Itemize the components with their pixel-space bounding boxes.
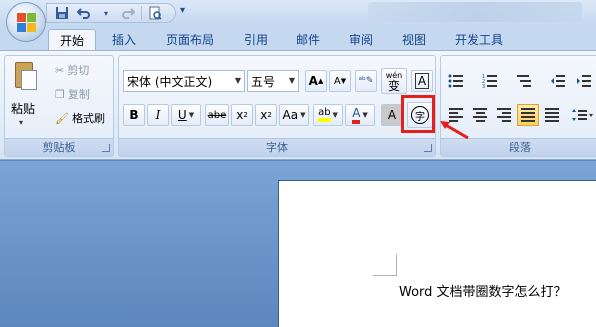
font-group-label: 字体 [119,138,435,156]
paragraph-group-label: 段落 [441,138,596,156]
print-preview-icon[interactable] [146,5,164,21]
copy-button[interactable]: ❐ 复制 [55,84,90,104]
clipboard-group: 粘贴 ▾ ✂ 剪切 ❐ 复制 🖌 格式刷 剪贴板 [4,55,114,157]
ribbon-tabs: 开始 插入 页面布局 引用 邮件 审阅 视图 开发工具 [0,26,596,51]
undo-dropdown-icon[interactable]: ▾ [97,5,115,21]
annotation-arrow-icon [440,121,469,140]
title-bar: ▾ ▾ [0,0,596,26]
shrink-font-glyph: A [333,75,341,87]
tab-developer[interactable]: 开发工具 [448,29,510,51]
office-logo-icon [17,13,37,33]
change-case-glyph: Aa [282,108,299,122]
paragraph-group: 123 段落 [440,55,596,157]
format-painter-label: 格式刷 [71,112,105,125]
tab-references[interactable]: 引用 [236,29,276,51]
italic-button[interactable]: I [147,104,169,126]
subscript-mark: 2 [243,111,248,119]
font-color-glyph: A [352,106,361,124]
paintbrush-icon: 🖌 [55,111,69,125]
tab-home[interactable]: 开始 [48,29,96,51]
tab-mailings[interactable]: 邮件 [288,29,328,51]
chevron-down-icon: ▾ [19,118,24,127]
cut-button[interactable]: ✂ 剪切 [55,60,89,80]
chevron-down-icon: ▼ [288,76,295,85]
chevron-down-icon: ▼ [234,76,241,85]
font-name-value: 宋体 (中文正文) [127,74,213,89]
font-color-button[interactable]: A ▼ [345,104,375,126]
superscript-glyph: x [260,108,268,122]
cut-label: 剪切 [67,64,90,77]
clear-formatting-icon: ᵃᵇ✎ [358,76,374,86]
tab-review[interactable]: 审阅 [341,29,381,51]
multilevel-list-icon[interactable] [513,70,535,92]
underline-glyph: U [177,108,187,122]
clear-formatting-button[interactable]: ᵃᵇ✎ [355,70,377,92]
font-name-combo[interactable]: 宋体 (中文正文) ▼ [123,70,245,92]
shrink-font-button[interactable]: A ▼ [329,70,351,92]
paste-icon [11,62,37,92]
document-text[interactable]: Word 文档带圈数字怎么打？ [399,281,567,300]
character-border-button[interactable]: A [411,70,433,92]
underline-button[interactable]: U ▼ [171,104,201,126]
increase-indent-icon[interactable] [573,70,595,92]
strikethrough-button[interactable]: abe [205,104,229,126]
paste-button[interactable]: 粘贴 ▾ [5,56,47,138]
char-border-glyph: A [414,73,430,89]
quick-access-toolbar: ▾ [46,3,176,23]
save-icon[interactable] [53,5,71,21]
window-title [368,2,582,22]
grow-font-button[interactable]: A ▲ [305,70,327,92]
tab-page-layout[interactable]: 页面布局 [160,29,220,51]
character-shading-button[interactable]: A [381,104,403,126]
svg-text:3: 3 [482,84,485,88]
tab-insert[interactable]: 插入 [104,29,144,51]
superscript-button[interactable]: x2 [255,104,277,126]
format-painter-button[interactable]: 🖌 格式刷 [55,108,105,128]
annotation-highlight-box [401,95,435,133]
ribbon: 粘贴 ▾ ✂ 剪切 ❐ 复制 🖌 格式刷 剪贴板 宋体 (中文正文) ▼ 五号 … [0,50,596,160]
align-right-icon[interactable] [493,104,515,126]
dialog-launcher-icon[interactable] [424,144,432,152]
strikethrough-glyph: abe [207,109,227,121]
text-highlight-button[interactable]: ab ▼ [313,104,343,126]
clipboard-group-label: 剪贴板 [5,138,113,156]
line-spacing-icon[interactable] [569,104,596,126]
subscript-button[interactable]: x2 [231,104,253,126]
phonetic-char: 变 [387,79,400,93]
office-button[interactable] [6,2,46,42]
change-case-button[interactable]: Aa ▼ [279,104,309,126]
paste-label: 粘贴 [11,102,36,116]
dialog-launcher-icon[interactable] [102,144,110,152]
document-page[interactable] [278,180,596,327]
bullets-icon[interactable] [445,70,467,92]
copy-label: 复制 [67,88,90,101]
numbering-icon[interactable]: 123 [479,70,501,92]
superscript-mark: 2 [267,111,272,119]
grow-font-glyph: A [308,74,318,88]
distributed-icon[interactable] [541,104,563,126]
highlight-glyph: ab [318,108,331,122]
decrease-indent-icon[interactable] [547,70,569,92]
redo-icon[interactable] [119,5,137,21]
font-size-combo[interactable]: 五号 ▼ [247,70,299,92]
align-center-icon[interactable] [469,104,491,126]
justify-icon[interactable] [517,104,539,126]
margin-corner-mark [373,254,397,276]
customize-qat-icon[interactable]: ▾ [180,5,185,16]
undo-icon[interactable] [75,5,93,21]
subscript-glyph: x [236,108,244,122]
copy-icon: ❐ [55,87,65,101]
phonetic-guide-button[interactable]: wén 变 [381,68,407,94]
separator [141,6,142,20]
font-group: 宋体 (中文正文) ▼ 五号 ▼ A ▲ A ▼ ᵃᵇ✎ wén 变 A B I U… [118,55,436,157]
scissors-icon: ✂ [55,63,65,77]
tab-view[interactable]: 视图 [394,29,434,51]
font-size-value: 五号 [251,74,276,89]
bold-button[interactable]: B [123,104,145,126]
